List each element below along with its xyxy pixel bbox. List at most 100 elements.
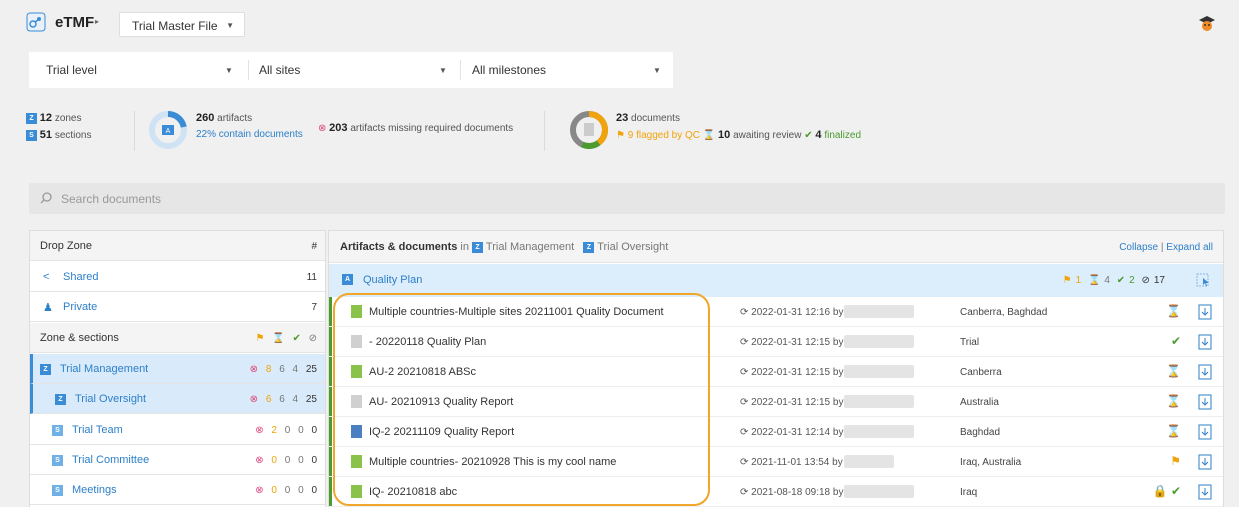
document-row[interactable]: IQ- 20210818 abc ⟳ 2021-08-18 09:18 by I… xyxy=(329,477,1223,507)
document-file-icon xyxy=(351,485,362,498)
document-name[interactable]: IQ-2 20211109 Quality Report xyxy=(369,426,514,438)
document-row[interactable]: Multiple countries-Multiple sites 202110… xyxy=(329,297,1223,327)
sites-select[interactable]: All sites ▼ xyxy=(259,52,449,88)
hourglass-icon: ⌛ xyxy=(272,333,285,344)
document-site: Trial xyxy=(960,337,980,348)
breadcrumb-zone[interactable]: Trial Management xyxy=(486,241,574,253)
document-date: ⟳ 2022-01-31 12:15 by xyxy=(740,367,844,378)
section-label: Trial Committee xyxy=(72,454,150,466)
document-date: ⟳ 2021-11-01 13:54 by xyxy=(740,457,843,468)
hourglass-icon: ⌛ xyxy=(1166,424,1181,438)
hourglass-count: 6 xyxy=(279,394,285,405)
sidebar-item-shared[interactable]: < Shared 11 xyxy=(30,262,325,292)
document-row[interactable]: IQ-2 20211109 Quality Report ⟳ 2022-01-3… xyxy=(329,417,1223,447)
redacted-user xyxy=(844,305,914,318)
section-icon: S xyxy=(52,425,63,436)
document-row[interactable]: - 20220118 Quality Plan ⟳ 2022-01-31 12:… xyxy=(329,327,1223,357)
awaiting-label[interactable]: awaiting review xyxy=(733,130,801,141)
top-bar: eTMF ▸ Trial Master File ▼ xyxy=(0,0,1239,46)
flag-count: 8 xyxy=(265,364,272,375)
hourglass-icon: ⌛ xyxy=(1166,394,1181,408)
download-icon[interactable] xyxy=(1198,364,1212,380)
download-icon[interactable] xyxy=(1198,304,1212,320)
check-count: 0 xyxy=(298,485,304,496)
trial-level-select[interactable]: Trial level ▼ xyxy=(46,52,246,88)
missing-label: artifacts missing required documents xyxy=(350,123,514,134)
total-count: 0 xyxy=(311,455,317,466)
search-icon xyxy=(40,192,52,204)
awaiting-count[interactable]: 10 xyxy=(718,129,730,141)
upload-cursor-icon[interactable] xyxy=(1195,272,1211,288)
contain-pct: 22% xyxy=(196,129,217,140)
stats-bar: Z 12 zones S 51 sections A 260 artifacts… xyxy=(16,98,1223,172)
redacted-user xyxy=(844,485,914,498)
document-row[interactable]: AU-2 20210818 ABSc ⟳ 2022-01-31 12:15 by… xyxy=(329,357,1223,387)
total-count: 0 xyxy=(311,485,317,496)
section-counts: ⊗ 0 0 0 0 xyxy=(250,485,317,496)
document-name[interactable]: Multiple countries- 20210928 This is my … xyxy=(369,456,616,468)
section-label: Meetings xyxy=(72,484,117,496)
document-site: Iraq, Australia xyxy=(960,457,1022,468)
divider xyxy=(544,111,545,151)
flagged-count[interactable]: 9 xyxy=(628,130,634,141)
check-count: 0 xyxy=(298,425,304,436)
document-file-icon xyxy=(351,365,362,378)
redacted-user xyxy=(844,365,914,378)
document-name[interactable]: AU- 20210913 Quality Report xyxy=(369,396,513,408)
milestones-select[interactable]: All milestones ▼ xyxy=(472,52,662,88)
document-file-icon xyxy=(351,305,362,318)
zone-icon: Z xyxy=(472,241,484,253)
private-label: Private xyxy=(63,301,98,313)
sidebar-item-meetings[interactable]: S Meetings ⊗ 0 0 0 0 xyxy=(30,475,325,505)
section-counts: ⊗ 2 0 0 0 xyxy=(250,425,317,436)
document-name[interactable]: - 20220118 Quality Plan xyxy=(369,336,486,348)
divider xyxy=(248,60,249,80)
sidebar-item-trial-management[interactable]: Z Trial Management ⊗ 8 6 4 25 xyxy=(30,354,325,384)
contain-stat[interactable]: 22% contain documents xyxy=(196,129,303,140)
expand-all-link[interactable]: Expand all xyxy=(1166,242,1213,253)
sidebar-item-trial-oversight[interactable]: Z Trial Oversight ⊗ 6 6 4 25 xyxy=(30,384,325,414)
search-bar[interactable]: Search documents xyxy=(29,183,1225,214)
check-count: 4 xyxy=(292,364,299,375)
section-label: Trial Team xyxy=(72,424,123,436)
sidebar-item-private[interactable]: ♟ Private 7 xyxy=(30,292,325,322)
download-icon[interactable] xyxy=(1198,334,1212,350)
hourglass-icon: ⌛ xyxy=(1087,275,1101,286)
missing-stat[interactable]: ⊗ 203 artifacts missing required documen… xyxy=(318,122,513,134)
download-icon[interactable] xyxy=(1198,454,1212,470)
chevron-down-icon: ▼ xyxy=(226,21,234,30)
document-row[interactable]: AU- 20210913 Quality Report ⟳ 2022-01-31… xyxy=(329,387,1223,417)
total-count: 25 xyxy=(305,364,317,375)
hourglass-icon: ⌛ xyxy=(1166,304,1181,318)
document-name[interactable]: Multiple countries-Multiple sites 202110… xyxy=(369,306,664,318)
download-icon[interactable] xyxy=(1198,484,1212,500)
document-date: ⟳ 2022-01-31 12:14 by xyxy=(740,427,844,438)
download-icon[interactable] xyxy=(1198,394,1212,410)
sidebar-item-trial-committee[interactable]: S Trial Committee ⊗ 0 0 0 0 xyxy=(30,445,325,475)
collapse-link[interactable]: Collapse xyxy=(1119,242,1158,253)
app-name[interactable]: eTMF xyxy=(55,14,94,31)
document-row[interactable]: Multiple countries- 20210928 This is my … xyxy=(329,447,1223,477)
app-menu-caret-icon[interactable]: ▸ xyxy=(95,17,99,26)
missing-circle-icon: ⊗ xyxy=(249,364,259,375)
graduation-cap-icon[interactable] xyxy=(1198,14,1216,32)
tmf-select[interactable]: Trial Master File ▼ xyxy=(119,12,245,37)
finalized-label[interactable]: finalized xyxy=(824,130,861,141)
molecule-logo-icon[interactable] xyxy=(26,12,46,32)
breadcrumb-section[interactable]: Trial Oversight xyxy=(597,241,668,253)
finalized-count[interactable]: 4 xyxy=(815,129,821,141)
document-name[interactable]: IQ- 20210818 abc xyxy=(369,486,457,498)
check-count: 2 xyxy=(1129,275,1135,286)
flag-icon: ⚑ xyxy=(616,130,625,141)
document-name[interactable]: AU-2 20210818 ABSc xyxy=(369,366,476,378)
missing-count: 203 xyxy=(329,122,348,134)
zones-stat: Z 12 zones xyxy=(26,112,82,124)
download-icon[interactable] xyxy=(1198,424,1212,440)
flagged-label[interactable]: flagged by QC xyxy=(636,130,700,141)
artifacts-stat: 260 artifacts xyxy=(196,112,252,124)
artifact-row-quality-plan[interactable]: A Quality Plan ⚑ 1 ⌛ 4 ✔ 2 ⊘ 17 xyxy=(329,264,1223,297)
document-site: Canberra xyxy=(960,367,1002,378)
zone-icon: Z xyxy=(40,364,51,375)
shared-label: Shared xyxy=(63,271,99,283)
sidebar-item-trial-team[interactable]: S Trial Team ⊗ 2 0 0 0 xyxy=(30,415,325,445)
